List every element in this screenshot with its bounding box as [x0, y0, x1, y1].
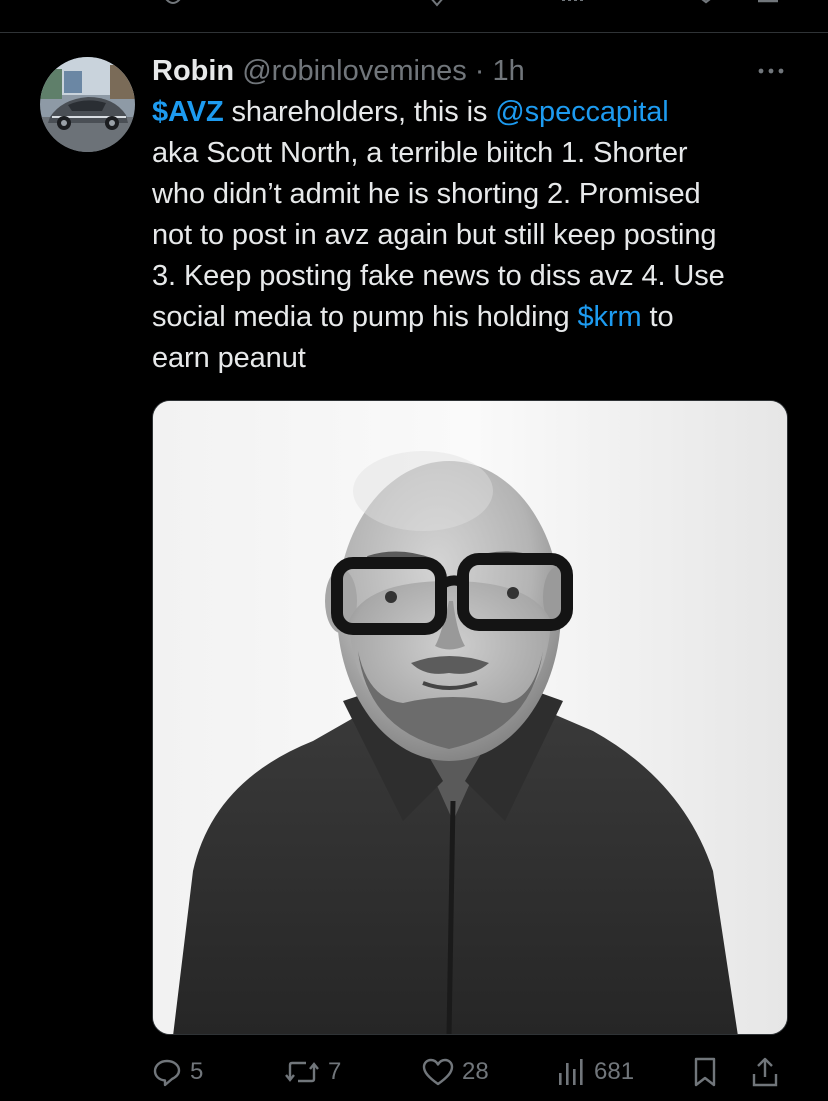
portrait-photo [153, 401, 787, 1034]
tweet-timestamp[interactable]: 1h [493, 55, 525, 87]
like-button[interactable]: 28 [422, 1052, 489, 1092]
tweet-text-line: earn peanut [152, 342, 306, 374]
reply-count: 5 [190, 1058, 204, 1085]
views-icon [559, 1059, 583, 1085]
previous-tweet-action-bar [0, 0, 828, 14]
tweet-text-line: $AVZ shareholders, this is @speccapital [152, 92, 792, 133]
share-button[interactable] [750, 1052, 780, 1092]
tweet-text-fragment: shareholders, this is [223, 96, 496, 128]
cashtag-link-avz[interactable]: $AVZ [152, 96, 224, 128]
heart-icon [422, 1058, 454, 1086]
tweet-body: Robin @robinlovemines · 1h $AVZ sharehol… [152, 52, 792, 379]
author-handle[interactable]: @robinlovemines [242, 55, 466, 87]
bookmark-icon [694, 1057, 716, 1087]
previous-reply-icon[interactable] [164, 0, 182, 6]
tweet-header: Robin @robinlovemines · 1h [152, 52, 792, 90]
reply-icon [153, 1059, 181, 1087]
tweet-text-fragment: social media to pump his holding [152, 301, 578, 333]
header-separator: · [474, 55, 485, 87]
views-count: 681 [594, 1058, 635, 1085]
cashtag-link-krm[interactable]: $krm [578, 301, 642, 333]
mention-link-speccapital[interactable]: @speccapital [495, 96, 668, 128]
tweet-text-line: 3. Keep posting fake news to diss avz 4.… [152, 260, 725, 292]
tweet-text-line: aka Scott North, a terrible biitch 1. Sh… [152, 137, 688, 169]
repost-count: 7 [328, 1058, 342, 1085]
repost-button[interactable]: 7 [284, 1052, 341, 1092]
tweet-media-photo[interactable] [152, 400, 788, 1035]
views-button[interactable]: 681 [556, 1052, 634, 1092]
avatar-car-image [40, 57, 135, 152]
tweet-action-bar: 5 7 28 681 [0, 1052, 828, 1092]
previous-like-icon[interactable] [428, 0, 446, 7]
tweet-text: $AVZ shareholders, this is @speccapital … [152, 92, 792, 379]
tweet-text-line: who didn’t admit he is shorting 2. Promi… [152, 178, 701, 210]
reply-button[interactable]: 5 [152, 1052, 203, 1092]
author-name[interactable]: Robin [152, 55, 234, 87]
tweet-text-fragment: to [641, 301, 674, 333]
share-icon [752, 1057, 778, 1087]
previous-share-icon[interactable] [756, 0, 780, 6]
previous-bookmark-icon[interactable] [694, 0, 718, 6]
author-avatar[interactable] [40, 57, 135, 152]
tweet-text-line: not to post in avz again but still keep … [152, 219, 717, 251]
like-count: 28 [462, 1058, 489, 1085]
previous-views-icon[interactable] [560, 0, 584, 6]
tweet-text-line: social media to pump his holding $krm to [152, 297, 792, 338]
bookmark-button[interactable] [692, 1052, 718, 1092]
tweet-divider [0, 32, 828, 33]
repost-icon [285, 1061, 319, 1083]
